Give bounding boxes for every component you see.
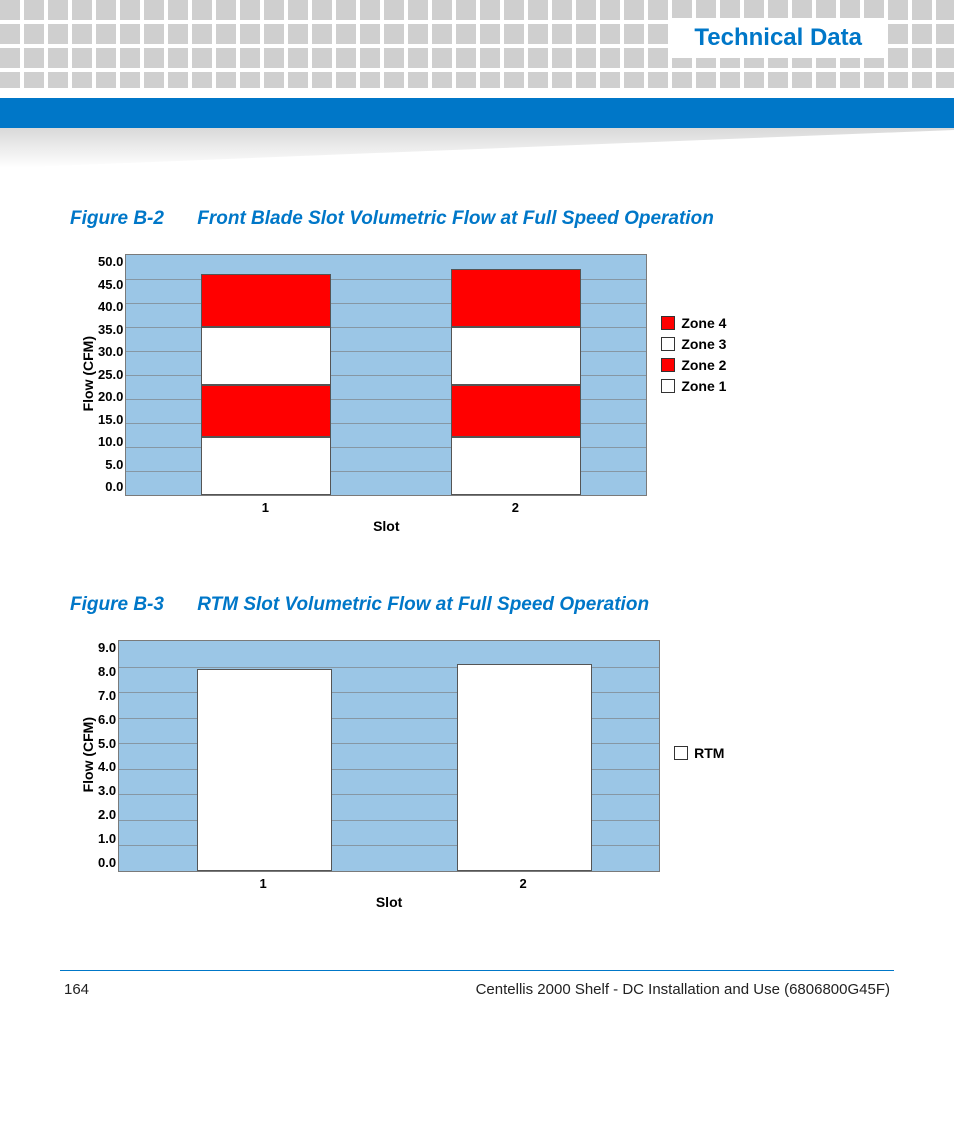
chart-b3-legend: RTM: [674, 740, 724, 766]
figure-b3-title: RTM Slot Volumetric Flow at Full Speed O…: [197, 594, 649, 615]
doc-title: Centellis 2000 Shelf - DC Installation a…: [476, 981, 890, 998]
legend-zone3-label: Zone 3: [681, 336, 726, 352]
content: Figure B-2 Front Blade Slot Volumetric F…: [0, 168, 954, 910]
chart-b3-xlabel: Slot: [118, 894, 660, 910]
bar-segment: [201, 385, 331, 438]
swatch-zone1: [661, 379, 675, 393]
legend-zone1-label: Zone 1: [681, 378, 726, 394]
chart-b3-xticks: 12: [118, 872, 658, 892]
bar-segment: [457, 664, 592, 871]
chart-b2-xlabel: Slot: [125, 518, 647, 534]
chart-b2-legend: Zone 4 Zone 3 Zone 2 Zone 1: [661, 310, 726, 399]
figure-b3-caption: Figure B-3 RTM Slot Volumetric Flow at F…: [70, 594, 884, 616]
chart-b2: Flow (CFM) 50.045.040.035.030.025.020.01…: [70, 254, 884, 534]
legend-rtm: RTM: [674, 745, 724, 761]
page: Technical Data Figure B-2 Front Blade Sl…: [0, 0, 954, 1028]
bar-segment: [201, 327, 331, 385]
page-title: Technical Data: [672, 18, 884, 58]
bar-segment: [451, 385, 581, 438]
chart-b3: Flow (CFM) 9.08.07.06.05.04.03.02.01.00.…: [70, 640, 884, 910]
bar-segment: [201, 274, 331, 327]
header-bar: [0, 98, 954, 128]
figure-b3-number: Figure B-3: [70, 594, 164, 615]
chart-b2-plot: [125, 254, 647, 496]
legend-zone1: Zone 1: [661, 378, 726, 394]
legend-rtm-label: RTM: [694, 745, 724, 761]
chart-b2-ylabel: Flow (CFM): [80, 336, 96, 411]
legend-zone2-label: Zone 2: [681, 357, 726, 373]
x-tick: 2: [512, 500, 519, 515]
x-tick: 2: [519, 876, 526, 891]
swatch-zone4: [661, 316, 675, 330]
legend-zone2: Zone 2: [661, 357, 726, 373]
page-number: 164: [64, 981, 89, 998]
legend-zone4-label: Zone 4: [681, 315, 726, 331]
header-wedge: [0, 128, 954, 168]
figure-b2-caption: Figure B-2 Front Blade Slot Volumetric F…: [70, 208, 884, 230]
bar-segment: [451, 269, 581, 327]
x-tick: 1: [259, 876, 266, 891]
swatch-zone3: [661, 337, 675, 351]
legend-zone3: Zone 3: [661, 336, 726, 352]
figure-b2-title: Front Blade Slot Volumetric Flow at Full…: [197, 208, 714, 229]
chart-b3-yticks: 9.08.07.06.05.04.03.02.01.00.0: [98, 640, 118, 870]
bar-segment: [451, 437, 581, 495]
header-pattern: Technical Data: [0, 0, 954, 88]
chart-b2-yticks: 50.045.040.035.030.025.020.015.010.05.00…: [98, 254, 125, 494]
chart-b3-plot: [118, 640, 660, 872]
figure-b2-number: Figure B-2: [70, 208, 164, 229]
legend-zone4: Zone 4: [661, 315, 726, 331]
bar-segment: [201, 437, 331, 495]
chart-b3-ylabel: Flow (CFM): [80, 717, 96, 792]
footer: 164 Centellis 2000 Shelf - DC Installati…: [60, 970, 894, 1028]
x-tick: 1: [262, 500, 269, 515]
swatch-zone2: [661, 358, 675, 372]
swatch-rtm: [674, 746, 688, 760]
bar-segment: [451, 327, 581, 385]
chart-b2-xticks: 12: [125, 496, 645, 516]
bar-segment: [197, 669, 332, 871]
